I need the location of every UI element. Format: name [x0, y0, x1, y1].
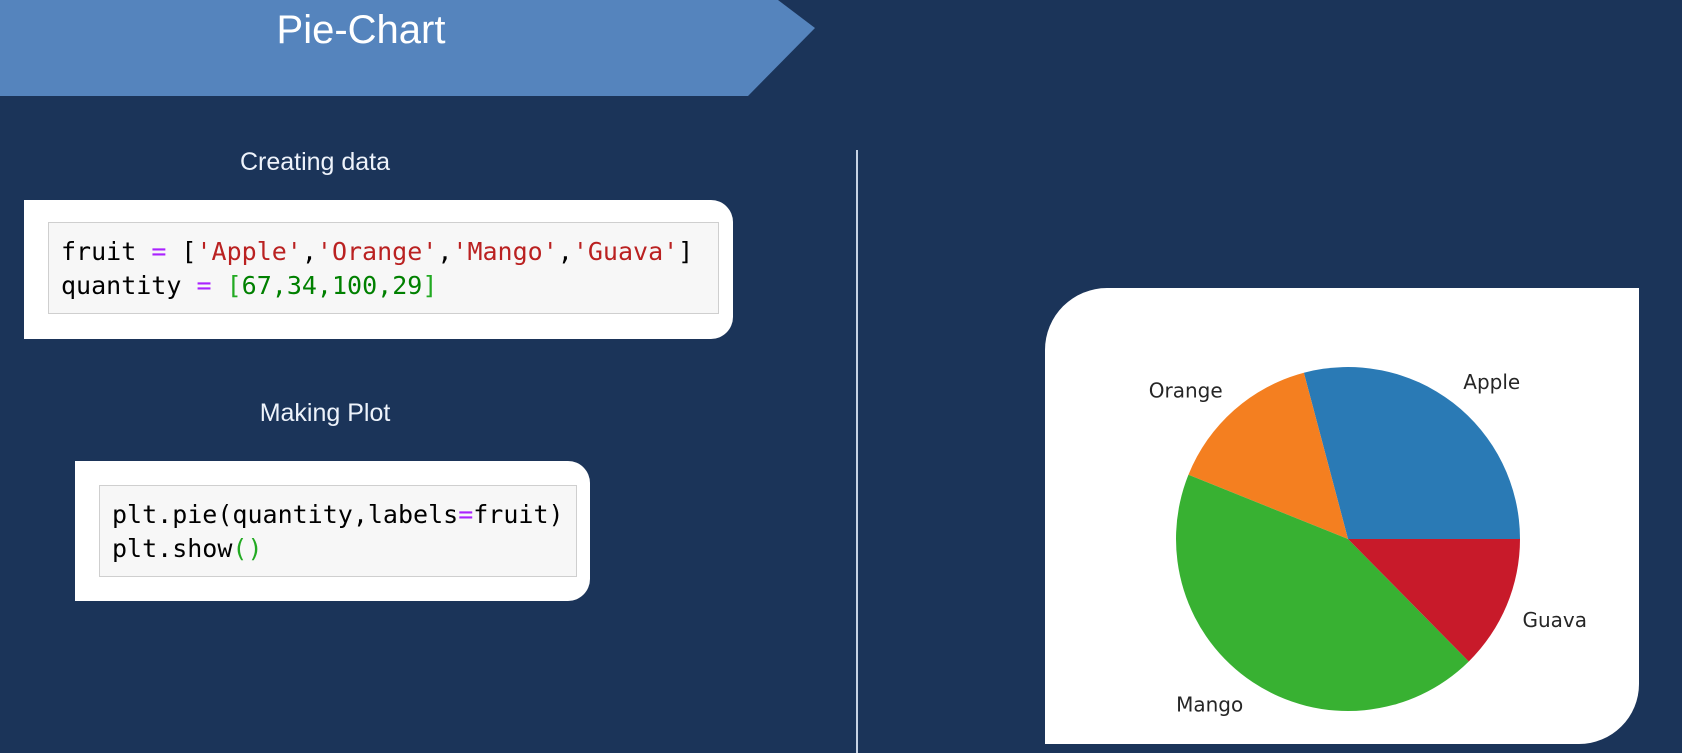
- chart-card: Apple Orange Mango Guava: [1045, 288, 1639, 744]
- plot-code-cell[interactable]: plt.pie(quantity,labels=fruit) plt.show(…: [99, 485, 577, 577]
- code-number-67: 67: [241, 271, 272, 300]
- code-number-100: 100: [331, 271, 378, 300]
- data-code-cell[interactable]: fruit = ['Apple','Orange','Mango','Guava…: [48, 222, 719, 314]
- code-comma: ,: [557, 237, 573, 266]
- vertical-divider: [856, 150, 858, 753]
- code-comma: ,: [437, 237, 453, 266]
- pie-label-mango: Mango: [1176, 693, 1243, 717]
- creating-data-label: Creating data: [239, 148, 391, 176]
- pie-label-apple: Apple: [1463, 370, 1520, 394]
- code-call-pie: plt.pie(quantity,labels: [112, 500, 459, 529]
- code-number-29: 29: [392, 271, 423, 300]
- code-assign-op: =: [136, 237, 182, 266]
- code-comma: ,: [316, 271, 332, 300]
- code-comma: ,: [271, 271, 287, 300]
- code-var-fruit: fruit: [61, 237, 137, 266]
- code-call-parens: (): [232, 534, 263, 563]
- code-string-orange: 'Orange': [316, 237, 438, 266]
- making-plot-label: Making Plot: [259, 399, 391, 427]
- code-var-quantity: quantity: [61, 271, 182, 300]
- code-string-guava: 'Guava': [572, 237, 679, 266]
- code-call-show: plt.show: [112, 534, 233, 563]
- code-comma: ,: [377, 271, 393, 300]
- pie-label-orange: Orange: [1149, 378, 1223, 402]
- code-bracket-close: ]: [422, 271, 438, 300]
- code-string-apple: 'Apple': [196, 237, 302, 266]
- page-title: Pie-Chart: [276, 8, 446, 52]
- code-number-34: 34: [286, 271, 317, 300]
- code-kwarg-op: =: [458, 500, 474, 529]
- code-bracket-open: [: [181, 237, 197, 266]
- data-code-card: fruit = ['Apple','Orange','Mango','Guava…: [24, 200, 733, 339]
- code-bracket-open: [: [226, 271, 242, 300]
- code-assign-op: =: [181, 271, 227, 300]
- code-call-pie-tail: fruit): [473, 500, 564, 529]
- code-string-mango: 'Mango': [452, 237, 558, 266]
- plot-code-card: plt.pie(quantity,labels=fruit) plt.show(…: [75, 461, 590, 601]
- pie-chart: Apple Orange Mango Guava: [1149, 366, 1588, 717]
- pie-label-guava: Guava: [1523, 608, 1588, 632]
- code-comma: ,: [301, 237, 317, 266]
- code-bracket-close: ]: [678, 237, 694, 266]
